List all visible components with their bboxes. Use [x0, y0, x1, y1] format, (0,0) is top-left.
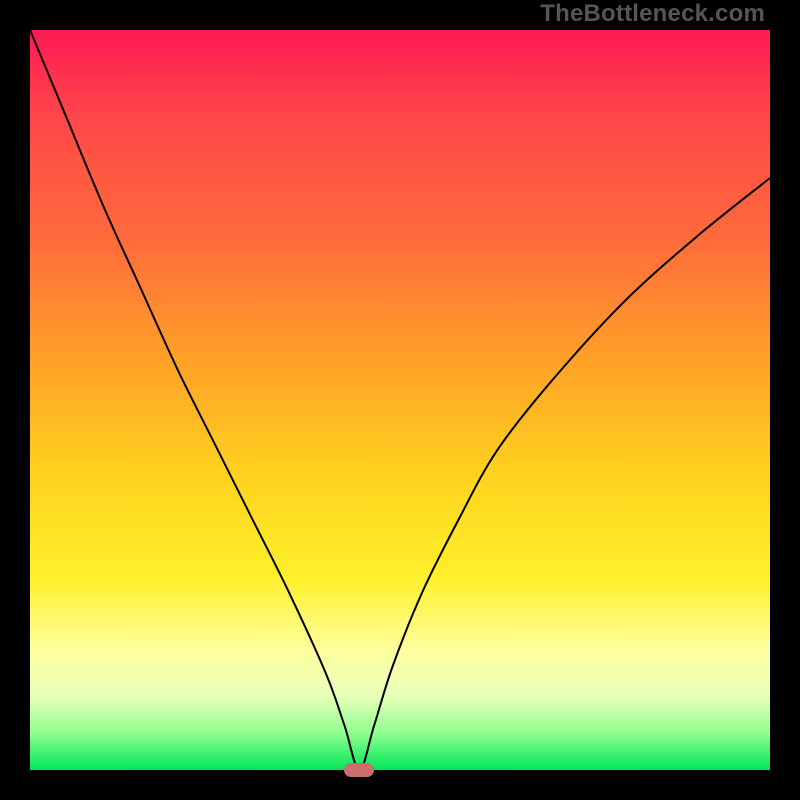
curve-svg — [30, 30, 770, 770]
bottleneck-curve — [30, 30, 770, 770]
minimum-marker — [344, 763, 374, 777]
watermark: TheBottleneck.com — [540, 0, 765, 28]
chart-frame: TheBottleneck.com — [0, 0, 800, 800]
plot-area — [30, 30, 770, 770]
